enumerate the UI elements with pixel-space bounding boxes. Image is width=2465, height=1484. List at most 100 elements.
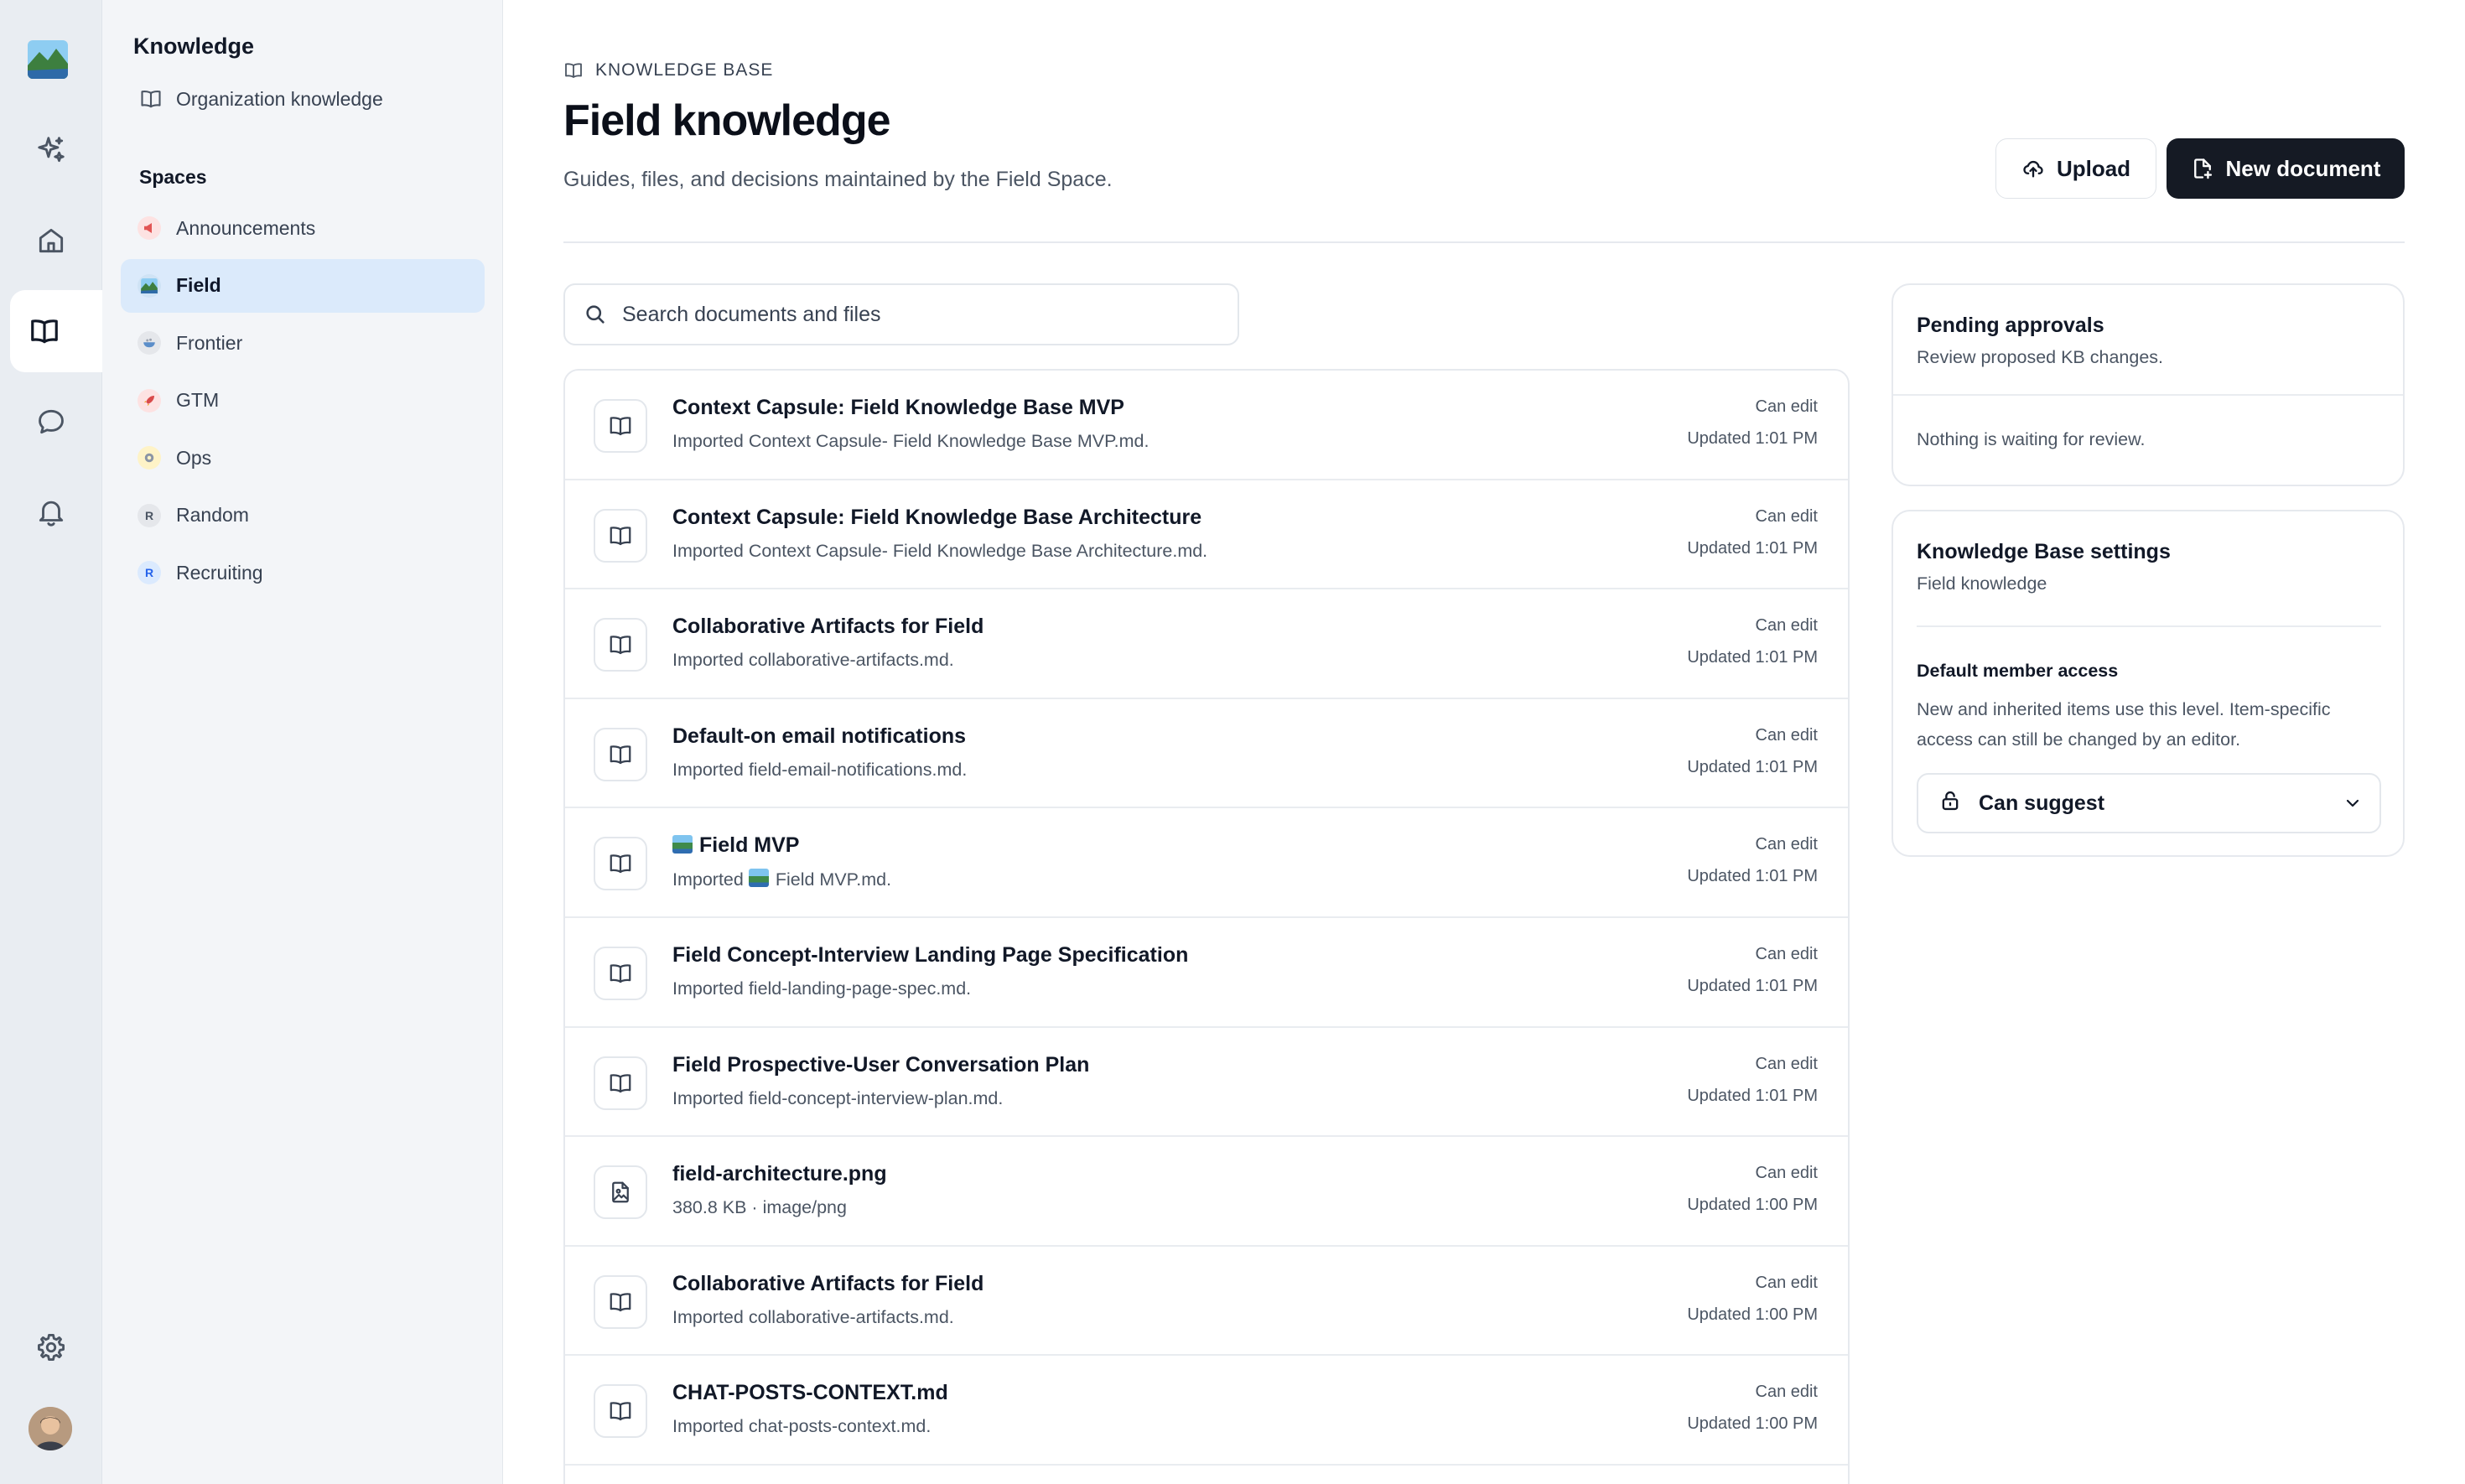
sidebar-item-recruiting[interactable]: R Recruiting xyxy=(121,546,485,599)
book-icon xyxy=(610,417,631,436)
sidebar-title: Knowledge xyxy=(133,34,255,59)
permission-label: Can edit xyxy=(1755,506,1819,526)
document-subtitle: Imported collaborative-artifacts.md. xyxy=(672,650,954,671)
document-title-text: Field MVP xyxy=(699,833,800,858)
list-item[interactable]: Context Capsule: Field Knowledge Base Ar… xyxy=(565,480,1848,590)
list-item[interactable]: Context Capsule: Field Knowledge Base MV… xyxy=(565,371,1848,480)
sparkles-icon[interactable] xyxy=(17,116,86,184)
updated-time: Updated 1:00 PM xyxy=(1687,1196,1818,1215)
book-icon xyxy=(610,745,631,764)
new-document-button[interactable]: New document xyxy=(2167,138,2405,199)
knowledge-sidebar: Knowledge Organization knowledge Spaces … xyxy=(102,0,503,1484)
document-title[interactable]: Default-on email notifications xyxy=(672,724,966,749)
sidebar-item-organization-knowledge[interactable]: Organization knowledge xyxy=(139,87,383,111)
search-input[interactable] xyxy=(622,302,1209,327)
sidebar-item-random[interactable]: R Random xyxy=(121,489,485,542)
home-icon[interactable] xyxy=(17,206,86,275)
sidebar-item-label: GTM xyxy=(176,389,220,411)
document-subtitle: Imported Context Capsule- Field Knowledg… xyxy=(672,431,1149,451)
chat-icon[interactable] xyxy=(17,387,86,456)
permission-label: Can edit xyxy=(1755,835,1819,854)
bell-icon[interactable] xyxy=(17,478,86,547)
upload-label: Upload xyxy=(2056,155,2131,181)
default-access-value: Can suggest xyxy=(1979,791,2105,815)
upload-button[interactable]: Upload xyxy=(1995,138,2156,199)
document-title[interactable]: Context Capsule: Field Knowledge Base MV… xyxy=(672,396,1124,420)
kb-settings-subtitle: Field knowledge xyxy=(1917,573,2047,594)
pending-approvals-panel: Pending approvals Review proposed KB cha… xyxy=(1892,283,2405,486)
pending-approvals-subtitle: Review proposed KB changes. xyxy=(1917,347,2164,367)
pending-empty-state: Nothing is waiting for review. xyxy=(1917,429,2146,449)
permission-label: Can edit xyxy=(1755,1054,1819,1073)
document-title[interactable]: Collaborative Artifacts for Field xyxy=(672,615,983,639)
list-item[interactable]: Field Prospective-User Conversation Plan… xyxy=(565,1028,1848,1138)
list-item[interactable]: Collaborative Artifacts for Field Import… xyxy=(565,589,1848,699)
sidebar-item-gtm[interactable]: GTM xyxy=(121,374,485,428)
document-subtitle: Imported field-concept-interview-plan.md… xyxy=(672,1087,1004,1108)
document-subtitle: 380.8 KB · image/png xyxy=(672,1197,847,1218)
updated-time: Updated 1:01 PM xyxy=(1687,538,1818,558)
document-title[interactable]: Collaborative Artifacts for Field xyxy=(672,1272,983,1296)
breadcrumb: KNOWLEDGE BASE xyxy=(563,60,773,80)
document-title[interactable]: CHAT-POSTS-CONTEXT.md xyxy=(672,1381,948,1405)
file-plus-icon xyxy=(2193,158,2212,179)
list-item[interactable]: field-architecture.png 380.8 KB · image/… xyxy=(565,1137,1848,1247)
list-item[interactable]: Collaborative Artifacts for Field Import… xyxy=(565,1247,1848,1357)
list-item[interactable]: Field MVP Imported Field MVP.md. Can edi… xyxy=(565,808,1848,918)
kb-settings-panel: Knowledge Base settings Field knowledge … xyxy=(1892,510,2405,857)
document-title[interactable]: Field Prospective-User Conversation Plan xyxy=(672,1053,1089,1077)
sidebar-item-label: Field xyxy=(176,274,221,296)
cloud-upload-icon xyxy=(2023,160,2043,178)
permission-label: Can edit xyxy=(1755,725,1819,745)
sidebar-item-label: Recruiting xyxy=(176,561,263,584)
default-access-label: Default member access xyxy=(1917,661,2119,681)
document-subtitle: Imported field-email-notifications.md. xyxy=(672,759,968,780)
list-item[interactable]: Default-on email notifications Imported … xyxy=(565,699,1848,809)
panel-divider xyxy=(1917,625,2381,627)
permission-label: Can edit xyxy=(1755,1273,1819,1292)
document-subtitle-text: Field MVP.md. xyxy=(775,869,892,890)
new-document-label: New document xyxy=(2225,155,2381,181)
gear-icon[interactable] xyxy=(17,1313,86,1382)
rocket-icon xyxy=(138,388,161,413)
avatar[interactable] xyxy=(29,1407,72,1450)
book-icon xyxy=(610,1402,631,1421)
updated-time: Updated 1:01 PM xyxy=(1687,429,1818,448)
list-item[interactable]: Field Concept-Interview Landing Page Spe… xyxy=(565,918,1848,1028)
sidebar-item-label: Random xyxy=(176,504,249,526)
document-title[interactable]: field-architecture.png xyxy=(672,1162,887,1186)
landscape-icon xyxy=(138,273,161,298)
book-icon xyxy=(610,854,631,874)
list-item[interactable]: CHAT-POSTS-CONTEXT.md Imported chat-post… xyxy=(565,1356,1848,1466)
letter-r-icon: R xyxy=(138,561,161,584)
sidebar-item-label: Organization knowledge xyxy=(176,87,383,110)
document-title[interactable]: Context Capsule: Field Knowledge Base Ar… xyxy=(672,506,1201,530)
updated-time: Updated 1:01 PM xyxy=(1687,976,1818,995)
sidebar-item-ops[interactable]: Ops xyxy=(121,431,485,485)
default-access-select[interactable]: Can suggest xyxy=(1917,773,2381,833)
book-icon xyxy=(610,526,631,545)
document-title[interactable]: Field Concept-Interview Landing Page Spe… xyxy=(672,943,1188,968)
sidebar-item-label: Frontier xyxy=(176,331,243,354)
workspace-logo[interactable] xyxy=(28,40,68,79)
updated-time: Updated 1:01 PM xyxy=(1687,1086,1818,1105)
header-divider xyxy=(563,241,2405,243)
document-subtitle: Imported field-landing-page-spec.md. xyxy=(672,978,972,999)
main-content: KNOWLEDGE BASE Field knowledge Guides, f… xyxy=(503,0,2465,1484)
sidebar-item-field[interactable]: Field xyxy=(121,258,485,313)
permission-label: Can edit xyxy=(1755,1383,1819,1402)
spaces-heading: Spaces xyxy=(139,166,207,188)
icon-rail xyxy=(0,0,104,1484)
document-subtitle-prefix: Imported xyxy=(672,869,744,890)
chevron-down-icon xyxy=(2346,799,2359,807)
book-icon[interactable] xyxy=(10,290,104,372)
sidebar-item-frontier[interactable]: Frontier xyxy=(121,316,485,370)
search-box[interactable] xyxy=(563,283,1239,345)
book-icon xyxy=(610,1293,631,1311)
sidebar-item-announcements[interactable]: Announcements xyxy=(121,201,485,255)
page-title: Field knowledge xyxy=(563,96,890,145)
updated-time: Updated 1:00 PM xyxy=(1687,1305,1818,1324)
document-subtitle: Imported chat-posts-context.md. xyxy=(672,1416,932,1437)
bowl-icon xyxy=(138,331,161,355)
document-title[interactable]: Field MVP xyxy=(672,833,799,858)
